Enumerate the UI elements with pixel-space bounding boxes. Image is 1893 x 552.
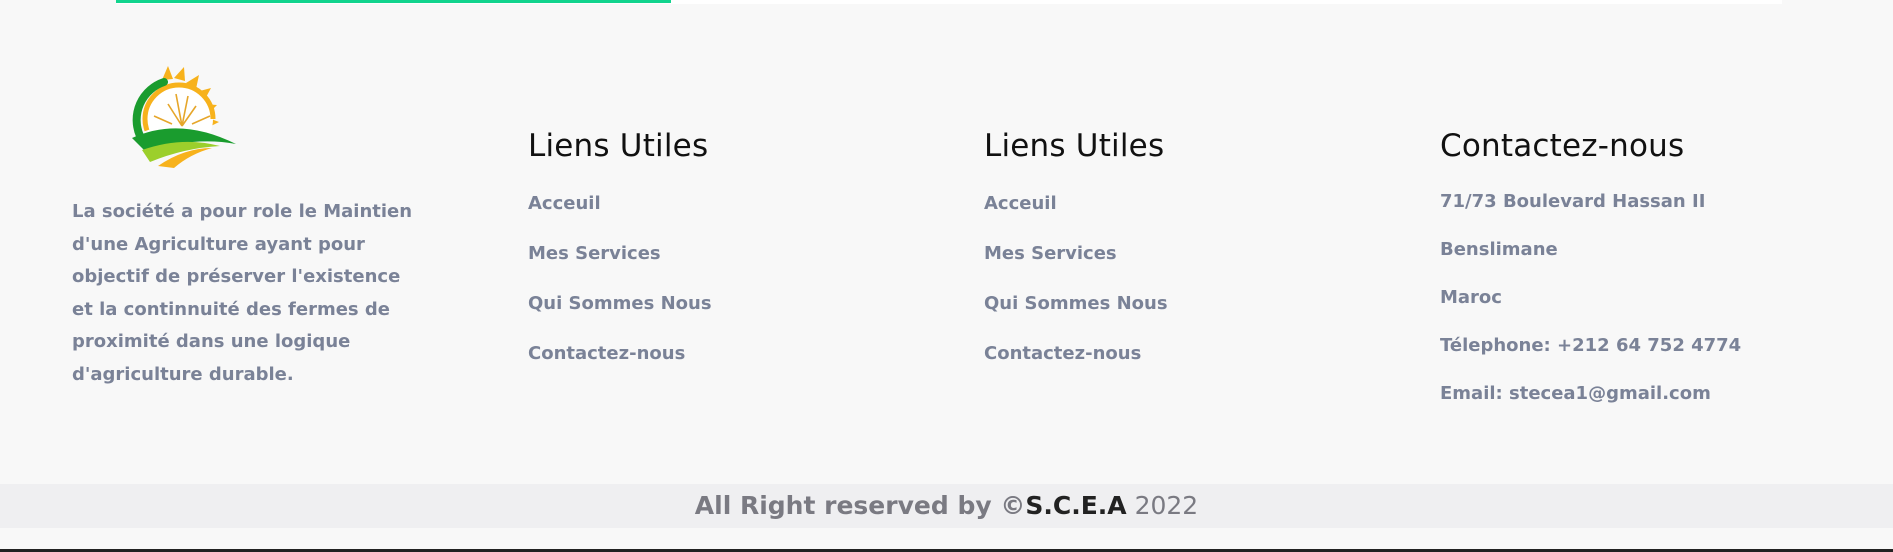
contact-phone: Télephone: +212 64 752 4774	[1440, 335, 1742, 356]
contact-email: Email: stecea1@gmail.com	[1440, 383, 1711, 404]
column-title: Contactez-nous	[1440, 128, 1685, 164]
brand-name: S.C.E.A	[1025, 491, 1127, 520]
copyright-text: All Right reserved by ©S.C.E.A 2022	[694, 491, 1199, 520]
contact-country: Maroc	[1440, 287, 1502, 308]
link-mes-services[interactable]: Mes Services	[984, 243, 1117, 264]
link-accueil[interactable]: Acceuil	[528, 193, 601, 214]
link-qui-sommes-nous[interactable]: Qui Sommes Nous	[984, 293, 1168, 314]
link-contactez-nous[interactable]: Contactez-nous	[984, 343, 1141, 364]
column-title: Liens Utiles	[984, 128, 1165, 164]
column-title: Liens Utiles	[528, 128, 709, 164]
scroll-progress-fill	[116, 0, 671, 3]
link-contactez-nous[interactable]: Contactez-nous	[528, 343, 685, 364]
useful-links-column-1: Liens Utiles Acceuil Mes Services Qui So…	[528, 127, 712, 364]
company-logo[interactable]	[124, 64, 240, 168]
copyright-year: 2022	[1126, 491, 1199, 520]
copyright-bar: All Right reserved by ©S.C.E.A 2022	[0, 484, 1893, 528]
about-description: La société a pour role le Maintien d'une…	[72, 201, 413, 385]
contact-city: Benslimane	[1440, 239, 1558, 260]
useful-links-column-2: Liens Utiles Acceuil Mes Services Qui So…	[984, 127, 1168, 364]
contact-address: 71/73 Boulevard Hassan II	[1440, 191, 1706, 212]
contact-column: Contactez-nous 71/73 Boulevard Hassan II…	[1440, 127, 1741, 404]
link-accueil[interactable]: Acceuil	[984, 193, 1057, 214]
link-qui-sommes-nous[interactable]: Qui Sommes Nous	[528, 293, 712, 314]
scroll-progress-track	[116, 0, 1782, 4]
link-mes-services[interactable]: Mes Services	[528, 243, 661, 264]
